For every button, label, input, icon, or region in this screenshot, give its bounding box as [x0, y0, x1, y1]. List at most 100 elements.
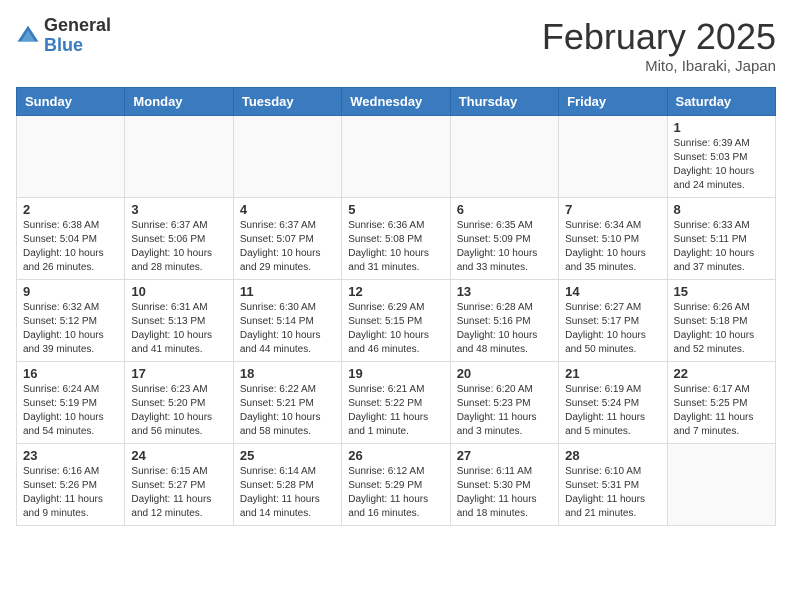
day-info: Sunrise: 6:26 AM Sunset: 5:18 PM Dayligh…: [674, 301, 769, 357]
month-title: February 2025: [542, 16, 776, 58]
day-number: 28: [565, 448, 660, 463]
calendar-cell: 8 Sunrise: 6:33 AM Sunset: 5:11 PM Daylig…: [667, 198, 775, 280]
day-number: 16: [23, 366, 118, 381]
calendar-cell: 3 Sunrise: 6:37 AM Sunset: 5:06 PM Daylig…: [125, 198, 233, 280]
logo-general-text: General: [44, 16, 111, 36]
day-info: Sunrise: 6:30 AM Sunset: 5:14 PM Dayligh…: [240, 301, 335, 357]
day-info: Sunrise: 6:21 AM Sunset: 5:22 PM Dayligh…: [348, 383, 443, 439]
logo-blue-text: Blue: [44, 36, 111, 56]
day-info: Sunrise: 6:34 AM Sunset: 5:10 PM Dayligh…: [565, 219, 660, 275]
calendar-cell: 21 Sunrise: 6:19 AM Sunset: 5:24 PM Dayli…: [559, 362, 667, 444]
calendar-cell: 17Sunrise: 6:23 AM Sunset: 5:20 PM Dayli…: [125, 362, 233, 444]
day-number: 14: [565, 284, 660, 299]
weekday-header-friday: Friday: [559, 88, 667, 116]
calendar-cell: 10Sunrise: 6:31 AM Sunset: 5:13 PM Dayli…: [125, 280, 233, 362]
day-number: 13: [457, 284, 552, 299]
day-info: Sunrise: 6:31 AM Sunset: 5:13 PM Dayligh…: [131, 301, 226, 357]
calendar-header-row: SundayMondayTuesdayWednesdayThursdayFrid…: [17, 88, 776, 116]
day-number: 9: [23, 284, 118, 299]
weekday-header-sunday: Sunday: [17, 88, 125, 116]
page-header: General Blue February 2025 Mito, Ibaraki…: [16, 16, 776, 75]
calendar-week-4: 16 Sunrise: 6:24 AM Sunset: 5:19 PM Dayli…: [17, 362, 776, 444]
logo: General Blue: [16, 16, 111, 56]
day-info: Sunrise: 6:17 AM Sunset: 5:25 PM Dayligh…: [674, 383, 769, 439]
weekday-header-tuesday: Tuesday: [233, 88, 341, 116]
calendar-cell: 9 Sunrise: 6:32 AM Sunset: 5:12 PM Daylig…: [17, 280, 125, 362]
calendar-cell: 25 Sunrise: 6:14 AM Sunset: 5:28 PM Dayli…: [233, 444, 341, 526]
day-number: 11: [240, 284, 335, 299]
day-info: Sunrise: 6:29 AM Sunset: 5:15 PM Dayligh…: [348, 301, 443, 357]
calendar-cell: [667, 444, 775, 526]
day-info: Sunrise: 6:38 AM Sunset: 5:04 PM Dayligh…: [23, 219, 118, 275]
calendar-cell: 27Sunrise: 6:11 AM Sunset: 5:30 PM Dayli…: [450, 444, 558, 526]
calendar-cell: [233, 116, 341, 198]
calendar-cell: 1Sunrise: 6:39 AM Sunset: 5:03 PM Daylig…: [667, 116, 775, 198]
calendar-cell: 15Sunrise: 6:26 AM Sunset: 5:18 PM Dayli…: [667, 280, 775, 362]
calendar-table: SundayMondayTuesdayWednesdayThursdayFrid…: [16, 87, 776, 526]
calendar-cell: 19Sunrise: 6:21 AM Sunset: 5:22 PM Dayli…: [342, 362, 450, 444]
day-number: 23: [23, 448, 118, 463]
calendar-cell: 26 Sunrise: 6:12 AM Sunset: 5:29 PM Dayli…: [342, 444, 450, 526]
day-info: Sunrise: 6:32 AM Sunset: 5:12 PM Dayligh…: [23, 301, 118, 357]
day-info: Sunrise: 6:15 AM Sunset: 5:27 PM Dayligh…: [131, 465, 226, 521]
weekday-header-thursday: Thursday: [450, 88, 558, 116]
calendar-cell: 4 Sunrise: 6:37 AM Sunset: 5:07 PM Daylig…: [233, 198, 341, 280]
calendar-cell: 7 Sunrise: 6:34 AM Sunset: 5:10 PM Daylig…: [559, 198, 667, 280]
day-number: 7: [565, 202, 660, 217]
weekday-header-wednesday: Wednesday: [342, 88, 450, 116]
day-number: 4: [240, 202, 335, 217]
calendar-cell: [17, 116, 125, 198]
calendar-cell: 11 Sunrise: 6:30 AM Sunset: 5:14 PM Dayli…: [233, 280, 341, 362]
day-info: Sunrise: 6:19 AM Sunset: 5:24 PM Dayligh…: [565, 383, 660, 439]
day-info: Sunrise: 6:10 AM Sunset: 5:31 PM Dayligh…: [565, 465, 660, 521]
calendar-cell: 16 Sunrise: 6:24 AM Sunset: 5:19 PM Dayli…: [17, 362, 125, 444]
day-info: Sunrise: 6:14 AM Sunset: 5:28 PM Dayligh…: [240, 465, 335, 521]
day-number: 25: [240, 448, 335, 463]
day-number: 21: [565, 366, 660, 381]
day-info: Sunrise: 6:37 AM Sunset: 5:07 PM Dayligh…: [240, 219, 335, 275]
calendar-cell: [450, 116, 558, 198]
calendar-cell: [559, 116, 667, 198]
calendar-week-2: 2 Sunrise: 6:38 AM Sunset: 5:04 PM Daylig…: [17, 198, 776, 280]
calendar-cell: 5 Sunrise: 6:36 AM Sunset: 5:08 PM Daylig…: [342, 198, 450, 280]
day-number: 20: [457, 366, 552, 381]
day-info: Sunrise: 6:22 AM Sunset: 5:21 PM Dayligh…: [240, 383, 335, 439]
calendar-week-5: 23 Sunrise: 6:16 AM Sunset: 5:26 PM Dayli…: [17, 444, 776, 526]
calendar-cell: [125, 116, 233, 198]
day-number: 18: [240, 366, 335, 381]
day-number: 12: [348, 284, 443, 299]
day-number: 26: [348, 448, 443, 463]
calendar-cell: 12 Sunrise: 6:29 AM Sunset: 5:15 PM Dayli…: [342, 280, 450, 362]
logo-text: General Blue: [44, 16, 111, 56]
day-info: Sunrise: 6:23 AM Sunset: 5:20 PM Dayligh…: [131, 383, 226, 439]
calendar-cell: 22 Sunrise: 6:17 AM Sunset: 5:25 PM Dayli…: [667, 362, 775, 444]
day-number: 8: [674, 202, 769, 217]
calendar-cell: 2 Sunrise: 6:38 AM Sunset: 5:04 PM Daylig…: [17, 198, 125, 280]
day-info: Sunrise: 6:12 AM Sunset: 5:29 PM Dayligh…: [348, 465, 443, 521]
day-info: Sunrise: 6:39 AM Sunset: 5:03 PM Dayligh…: [674, 137, 769, 193]
calendar-cell: 23 Sunrise: 6:16 AM Sunset: 5:26 PM Dayli…: [17, 444, 125, 526]
calendar-cell: 24Sunrise: 6:15 AM Sunset: 5:27 PM Dayli…: [125, 444, 233, 526]
day-number: 3: [131, 202, 226, 217]
day-number: 2: [23, 202, 118, 217]
day-info: Sunrise: 6:33 AM Sunset: 5:11 PM Dayligh…: [674, 219, 769, 275]
calendar-cell: 13Sunrise: 6:28 AM Sunset: 5:16 PM Dayli…: [450, 280, 558, 362]
calendar-cell: 20 Sunrise: 6:20 AM Sunset: 5:23 PM Dayli…: [450, 362, 558, 444]
calendar-cell: [342, 116, 450, 198]
calendar-cell: 6Sunrise: 6:35 AM Sunset: 5:09 PM Daylig…: [450, 198, 558, 280]
calendar-cell: 14 Sunrise: 6:27 AM Sunset: 5:17 PM Dayli…: [559, 280, 667, 362]
location: Mito, Ibaraki, Japan: [542, 58, 776, 75]
day-info: Sunrise: 6:27 AM Sunset: 5:17 PM Dayligh…: [565, 301, 660, 357]
day-info: Sunrise: 6:36 AM Sunset: 5:08 PM Dayligh…: [348, 219, 443, 275]
calendar-week-3: 9 Sunrise: 6:32 AM Sunset: 5:12 PM Daylig…: [17, 280, 776, 362]
title-block: February 2025 Mito, Ibaraki, Japan: [542, 16, 776, 75]
day-info: Sunrise: 6:20 AM Sunset: 5:23 PM Dayligh…: [457, 383, 552, 439]
day-info: Sunrise: 6:24 AM Sunset: 5:19 PM Dayligh…: [23, 383, 118, 439]
day-info: Sunrise: 6:37 AM Sunset: 5:06 PM Dayligh…: [131, 219, 226, 275]
day-number: 22: [674, 366, 769, 381]
day-number: 5: [348, 202, 443, 217]
calendar-cell: 28 Sunrise: 6:10 AM Sunset: 5:31 PM Dayli…: [559, 444, 667, 526]
day-info: Sunrise: 6:16 AM Sunset: 5:26 PM Dayligh…: [23, 465, 118, 521]
day-number: 27: [457, 448, 552, 463]
day-info: Sunrise: 6:35 AM Sunset: 5:09 PM Dayligh…: [457, 219, 552, 275]
